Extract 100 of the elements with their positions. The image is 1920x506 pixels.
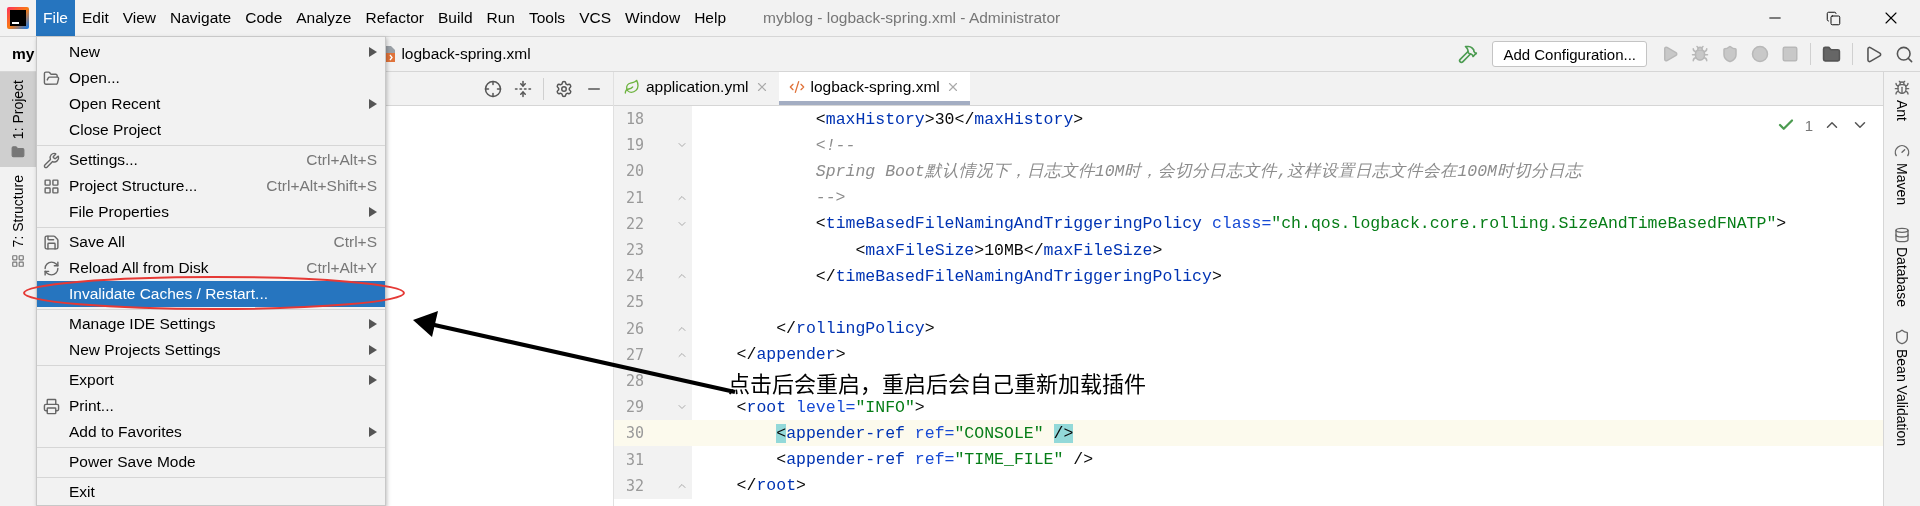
menu-bar-item[interactable]: Navigate — [163, 0, 239, 36]
menu-item-label: Print... — [69, 397, 114, 415]
printer-icon — [43, 397, 60, 415]
menu-item[interactable]: File Properties — [37, 199, 385, 225]
menu-item-label: Export — [69, 371, 114, 389]
menu-item[interactable]: Exit — [37, 479, 385, 505]
tab-label: logback-spring.xml — [810, 77, 940, 96]
shortcut: Ctrl+Alt+S — [306, 151, 377, 169]
editor-tab[interactable]: application.yml — [614, 72, 779, 105]
search-icon[interactable] — [1895, 44, 1914, 64]
menu-bar-item[interactable]: View — [115, 0, 164, 36]
code-line: <!-- — [814, 135, 856, 155]
line-number: 19 — [626, 136, 646, 155]
menu-item[interactable]: Project Structure... Ctrl+Alt+Shift+S — [37, 173, 385, 199]
menu-item[interactable]: Open... — [37, 65, 385, 91]
line-number: 31 — [626, 450, 646, 469]
line-number: 25 — [626, 293, 646, 312]
menu-item-label: Reload All from Disk — [69, 259, 209, 277]
menu-item-label: Project Structure... — [69, 177, 198, 195]
inspection-count[interactable]: 1 — [1804, 116, 1813, 134]
folder-icon[interactable] — [1822, 44, 1841, 64]
grid-icon — [43, 177, 60, 195]
menu-item[interactable]: Save All Ctrl+S — [37, 229, 385, 255]
database-icon — [1894, 227, 1910, 244]
folder-icon — [11, 145, 25, 160]
editor-tab[interactable]: logback-spring.xml — [778, 72, 970, 105]
menu-bar-item[interactable]: Help — [687, 0, 734, 36]
menu-item-label: Invalidate Caches / Restart... — [69, 285, 268, 303]
menu-bar-item[interactable]: Run — [479, 0, 522, 36]
gauge-icon — [1894, 143, 1910, 159]
code-line: <timeBasedFileNamingAndTriggeringPolicy class="ch.qos.logback.core.rolling.SizeAndTimeBasedFNATP"> — [814, 214, 1787, 234]
menu-item[interactable]: Manage IDE Settings — [37, 311, 385, 337]
project-name[interactable]: my — [12, 45, 35, 63]
menu-item-label: Close Project — [69, 121, 162, 139]
menu-item-label: Exit — [69, 483, 95, 501]
line-number: 29 — [626, 398, 646, 417]
shortcut: Ctrl+S — [333, 233, 377, 251]
menu-item[interactable]: New — [37, 39, 385, 65]
menu-item[interactable]: New Projects Settings — [37, 337, 385, 363]
line-number: 32 — [626, 476, 646, 495]
menu-bar-item[interactable]: Edit — [75, 0, 116, 36]
menu-item-label: New Projects Settings — [69, 341, 221, 359]
menu-item[interactable]: Add to Favorites — [37, 419, 385, 445]
code-line: <maxHistory>30</maxHistory> — [814, 109, 1084, 129]
tool-window-tab[interactable]: 7: Structure — [0, 167, 36, 276]
tab-label: application.yml — [646, 77, 749, 96]
menu-item-label: Save All — [69, 233, 125, 251]
menu-item-label: Power Save Mode — [69, 453, 196, 471]
hammer-icon[interactable] — [1458, 44, 1479, 64]
menu-item-label: Open Recent — [69, 95, 161, 113]
menu-item-label: File Properties — [69, 203, 169, 221]
tool-window-label: Ant — [1894, 100, 1910, 121]
xml-file-icon — [788, 78, 805, 95]
bug-icon — [1894, 80, 1910, 96]
menu-item[interactable]: Close Project — [37, 117, 385, 143]
line-number: 30 — [626, 424, 646, 443]
line-number: 22 — [626, 214, 646, 233]
menu-bar-item[interactable]: Refactor — [358, 0, 432, 36]
tool-window-label: Database — [1894, 247, 1910, 307]
wrench-icon — [43, 151, 60, 169]
refresh-icon — [43, 259, 60, 277]
crosshair-icon[interactable] — [484, 79, 502, 98]
line-number: 28 — [626, 371, 646, 390]
menu-item-label: Settings... — [69, 151, 138, 169]
window-title: myblog - logback-spring.xml - Administrator — [763, 9, 1061, 27]
menu-item[interactable]: Export — [37, 367, 385, 393]
menu-item-label: Add to Favorites — [69, 423, 182, 441]
line-number: 18 — [626, 110, 646, 129]
line-number: 24 — [626, 267, 646, 286]
settings-icon[interactable] — [555, 79, 573, 98]
line-number: 23 — [626, 241, 646, 260]
menu-item[interactable]: Settings... Ctrl+Alt+S — [37, 147, 385, 173]
menu-item[interactable]: Invalidate Caches / Restart... — [37, 281, 385, 307]
menu-bar-item[interactable]: Build — [431, 0, 480, 36]
menu-bar-item[interactable]: VCS — [572, 0, 618, 36]
code-line: <appender-ref ref="CONSOLE" /> — [775, 423, 1074, 443]
menu-bar-item[interactable]: Analyze — [289, 0, 359, 36]
menu-bar-item[interactable]: Tools — [521, 0, 573, 36]
shield-icon — [1894, 329, 1910, 345]
collapse-icon[interactable] — [514, 79, 532, 98]
code-line: Spring Boot默认情况下，日志文件10M时，会切分日志文件,这样设置日志文件会在100M时切分日志 — [814, 161, 1582, 183]
code-line: </root> — [735, 476, 806, 496]
menu-item[interactable]: Print... — [37, 393, 385, 419]
menu-bar-item[interactable]: Code — [238, 0, 290, 36]
add-configuration-button[interactable]: Add Configuration... — [1492, 41, 1647, 67]
menu-item[interactable]: Open Recent — [37, 91, 385, 117]
breadcrumb-file[interactable]: logback-spring.xml — [401, 45, 531, 63]
line-number: 21 — [626, 188, 646, 207]
tool-window-tab[interactable]: 1: Project — [0, 72, 36, 168]
menu-item[interactable]: Reload All from Disk Ctrl+Alt+Y — [37, 255, 385, 281]
menu-item[interactable]: Power Save Mode — [37, 449, 385, 475]
structure-icon — [11, 253, 25, 268]
line-number: 26 — [626, 319, 646, 338]
save-icon — [43, 233, 60, 251]
menu-bar-item[interactable]: File — [36, 0, 75, 36]
menu-item-label: New — [69, 43, 100, 61]
tool-window-label: Maven — [1894, 163, 1910, 206]
menu-bar-item[interactable]: Window — [618, 0, 688, 36]
menu-item-label: Manage IDE Settings — [69, 315, 216, 333]
line-number: 27 — [626, 345, 646, 364]
